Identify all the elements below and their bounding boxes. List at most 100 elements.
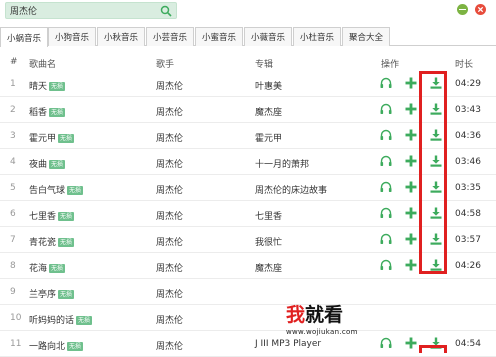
song-title[interactable]: 七里香: [29, 212, 56, 222]
tab-1[interactable]: 小蜗音乐: [0, 27, 48, 47]
duration: 04:54: [455, 339, 481, 349]
headphones-icon[interactable]: [379, 76, 393, 90]
headphones-icon[interactable]: [379, 206, 393, 220]
watermark-url: www.wojiukan.com: [286, 328, 358, 336]
plus-icon[interactable]: [404, 206, 418, 220]
song-title[interactable]: 稻香: [29, 108, 47, 118]
header-song: 歌曲名: [29, 60, 57, 70]
song-title[interactable]: 花海: [29, 264, 47, 274]
artist-name[interactable]: 周杰伦: [156, 157, 183, 170]
album-name[interactable]: 周杰伦的床边故事: [255, 183, 327, 196]
tab-5[interactable]: 小蜜音乐: [195, 27, 243, 46]
artist-name[interactable]: 周杰伦: [156, 339, 183, 352]
tab-3[interactable]: 小秋音乐: [97, 27, 145, 46]
duration: 04:36: [455, 131, 481, 141]
tab-6[interactable]: 小薇音乐: [244, 27, 292, 46]
lossless-badge: 无损: [67, 342, 84, 351]
table-header: # 歌曲名 歌手 专辑 操作 时长: [0, 52, 496, 70]
artist-name[interactable]: 周杰伦: [156, 209, 183, 222]
plus-icon[interactable]: [404, 128, 418, 142]
artist-name[interactable]: 周杰伦: [156, 183, 183, 196]
album-name[interactable]: 魔杰座: [255, 261, 282, 274]
song-title[interactable]: 夜曲: [29, 160, 47, 170]
headphones-icon[interactable]: [379, 154, 393, 168]
close-button[interactable]: [475, 4, 486, 15]
album-name[interactable]: 我很忙: [255, 235, 282, 248]
tab-7[interactable]: 小杜音乐: [293, 27, 341, 46]
song-title[interactable]: 霍元甲: [29, 134, 56, 144]
song-title[interactable]: 听妈妈的话: [29, 316, 74, 326]
minimize-button[interactable]: [457, 4, 468, 15]
search-input[interactable]: [10, 4, 160, 17]
lossless-badge: 无损: [49, 82, 66, 91]
artist-name[interactable]: 周杰伦: [156, 287, 183, 300]
row-num: 2: [10, 105, 16, 115]
song-title[interactable]: 一路向北: [29, 342, 65, 352]
song-title-cell: 听妈妈的话 无损: [29, 313, 93, 326]
download-highlight-box: [419, 71, 447, 274]
duration: 03:35: [455, 183, 481, 193]
lossless-badge: 无损: [49, 264, 66, 273]
plus-icon[interactable]: [404, 102, 418, 116]
artist-name[interactable]: 周杰伦: [156, 105, 183, 118]
duration: 04:29: [455, 79, 481, 89]
artist-name[interactable]: 周杰伦: [156, 131, 183, 144]
song-title[interactable]: 告白气球: [29, 186, 65, 196]
lossless-badge: 无损: [76, 316, 93, 325]
artist-name[interactable]: 周杰伦: [156, 313, 183, 326]
artist-name[interactable]: 周杰伦: [156, 79, 183, 92]
song-title-cell: 青花瓷 无损: [29, 235, 75, 248]
duration: 03:46: [455, 157, 481, 167]
song-title[interactable]: 晴天: [29, 82, 47, 92]
duration: 04:58: [455, 209, 481, 219]
album-name[interactable]: 叶惠美: [255, 79, 282, 92]
headphones-icon[interactable]: [379, 336, 393, 350]
row-num: 9: [10, 287, 16, 297]
row-num: 6: [10, 209, 16, 219]
plus-icon[interactable]: [404, 336, 418, 350]
plus-icon[interactable]: [404, 76, 418, 90]
search-icon[interactable]: [160, 5, 172, 17]
top-bar: [0, 0, 496, 24]
tab-4[interactable]: 小芸音乐: [146, 27, 194, 46]
plus-icon[interactable]: [404, 232, 418, 246]
headphones-icon[interactable]: [379, 180, 393, 194]
headphones-icon[interactable]: [379, 128, 393, 142]
plus-icon[interactable]: [404, 258, 418, 272]
source-tabs: 小蜗音乐 小狗音乐 小秋音乐 小芸音乐 小蜜音乐 小薇音乐 小杜音乐 聚合大全: [0, 27, 496, 47]
song-title-cell: 兰亭序 无损: [29, 287, 75, 300]
lossless-badge: 无损: [58, 134, 75, 143]
song-title-cell: 七里香 无损: [29, 209, 75, 222]
table-row[interactable]: 9 兰亭序 无损 周杰伦: [0, 279, 496, 305]
song-title[interactable]: 兰亭序: [29, 290, 56, 300]
song-title[interactable]: 青花瓷: [29, 238, 56, 248]
album-name[interactable]: 十一月的萧邦: [255, 157, 309, 170]
artist-name[interactable]: 周杰伦: [156, 261, 183, 274]
tab-8[interactable]: 聚合大全: [342, 27, 390, 46]
headphones-icon[interactable]: [379, 258, 393, 272]
lossless-badge: 无损: [49, 160, 66, 169]
duration: 03:43: [455, 105, 481, 115]
header-artist: 歌手: [156, 60, 175, 70]
album-name[interactable]: 魔杰座: [255, 105, 282, 118]
plus-icon[interactable]: [404, 154, 418, 168]
album-name[interactable]: 七里香: [255, 209, 282, 222]
album-name[interactable]: 霍元甲: [255, 131, 282, 144]
search-box[interactable]: [5, 2, 177, 19]
album-name[interactable]: J III MP3 Player: [255, 339, 321, 349]
row-num: 11: [10, 339, 22, 349]
headphones-icon[interactable]: [379, 232, 393, 246]
tab-2[interactable]: 小狗音乐: [48, 27, 96, 46]
lossless-badge: 无损: [67, 186, 84, 195]
plus-icon[interactable]: [404, 180, 418, 194]
download-highlight-box-lower: [419, 345, 447, 353]
watermark: 我就看 www.wojiukan.com: [286, 300, 358, 336]
lossless-badge: 无损: [49, 108, 66, 117]
header-num: #: [10, 57, 18, 67]
headphones-icon[interactable]: [379, 102, 393, 116]
artist-name[interactable]: 周杰伦: [156, 235, 183, 248]
header-duration: 时长: [455, 60, 474, 70]
table-row[interactable]: 10 听妈妈的话 无损 周杰伦: [0, 305, 496, 331]
table-row[interactable]: 11 一路向北 无损 周杰伦 J III MP3 Player 04:54: [0, 331, 496, 357]
row-num: 10: [10, 313, 22, 323]
